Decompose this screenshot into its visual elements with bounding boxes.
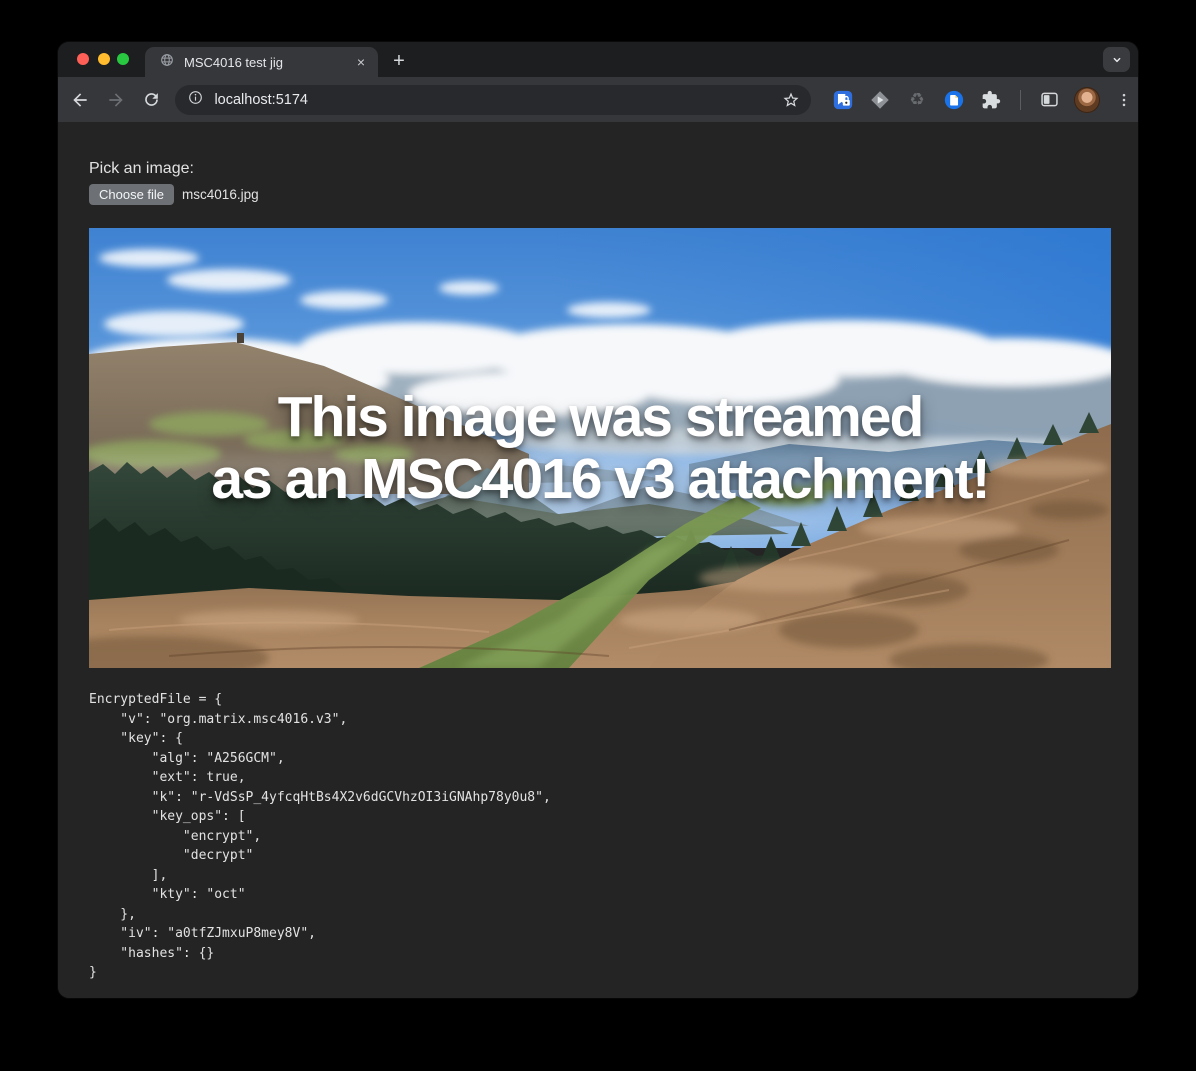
- selected-file-name: msc4016.jpg: [182, 187, 259, 202]
- page-content: Pick an image: Choose file msc4016.jpg: [58, 122, 1138, 998]
- lock-bookmark-icon: [832, 89, 854, 111]
- forward-button[interactable]: [104, 88, 128, 112]
- browser-menu-button[interactable]: [1110, 86, 1138, 114]
- extensions-row: ♻: [829, 86, 1138, 114]
- document-badge-icon: [943, 89, 965, 111]
- profile-button[interactable]: [1073, 86, 1101, 114]
- new-tab-button[interactable]: +: [386, 48, 412, 74]
- minimize-window-button[interactable]: [98, 53, 110, 65]
- url-input[interactable]: [214, 92, 777, 108]
- reload-icon: [142, 90, 161, 109]
- side-panel-button[interactable]: [1036, 86, 1064, 114]
- choose-file-button[interactable]: Choose file: [89, 184, 174, 205]
- chevron-down-icon: [1109, 52, 1125, 68]
- back-button[interactable]: [68, 88, 92, 112]
- address-bar[interactable]: [175, 85, 811, 115]
- uploaded-image-preview: This image was streamed as an MSC4016 v3…: [89, 228, 1111, 668]
- puzzle-icon: [981, 90, 1001, 110]
- tab-search-button[interactable]: [1103, 47, 1130, 72]
- privacy-extension-button[interactable]: [829, 86, 857, 114]
- overlay-line-1: This image was streamed: [89, 386, 1111, 448]
- close-tab-icon[interactable]: ×: [352, 53, 370, 71]
- encrypted-file-code: EncryptedFile = { "v": "org.matrix.msc40…: [89, 690, 551, 983]
- diamond-arrow-icon: [869, 89, 891, 111]
- browser-toolbar: ♻: [58, 77, 1138, 122]
- forward-arrow-icon: [106, 90, 126, 110]
- profile-avatar: [1074, 87, 1100, 113]
- zoom-window-button[interactable]: [117, 53, 129, 65]
- overlay-line-2: as an MSC4016 v3 attachment!: [89, 448, 1111, 510]
- bookmark-star-icon[interactable]: [780, 89, 802, 111]
- globe-favicon-icon: [159, 52, 175, 73]
- file-input: Choose file msc4016.jpg: [89, 183, 259, 206]
- recycle-extension-button[interactable]: ♻: [903, 86, 931, 114]
- pick-image-label: Pick an image:: [89, 160, 194, 178]
- browser-tab[interactable]: MSC4016 test jig ×: [145, 47, 378, 77]
- tab-strip: MSC4016 test jig × +: [58, 42, 1138, 77]
- reload-button[interactable]: [140, 88, 164, 112]
- docs-extension-button[interactable]: [940, 86, 968, 114]
- site-info-icon[interactable]: [187, 89, 204, 111]
- side-panel-icon: [1039, 89, 1060, 110]
- tab-title: MSC4016 test jig: [184, 55, 343, 70]
- extensions-menu-button[interactable]: [977, 86, 1005, 114]
- image-overlay-text: This image was streamed as an MSC4016 v3…: [89, 386, 1111, 510]
- diamond-extension-button[interactable]: [866, 86, 894, 114]
- back-arrow-icon: [70, 90, 90, 110]
- browser-window: MSC4016 test jig × +: [58, 42, 1138, 998]
- toolbar-divider: [1020, 90, 1021, 110]
- recycle-icon: ♻: [909, 90, 924, 110]
- kebab-menu-icon: [1115, 91, 1133, 109]
- close-window-button[interactable]: [77, 53, 89, 65]
